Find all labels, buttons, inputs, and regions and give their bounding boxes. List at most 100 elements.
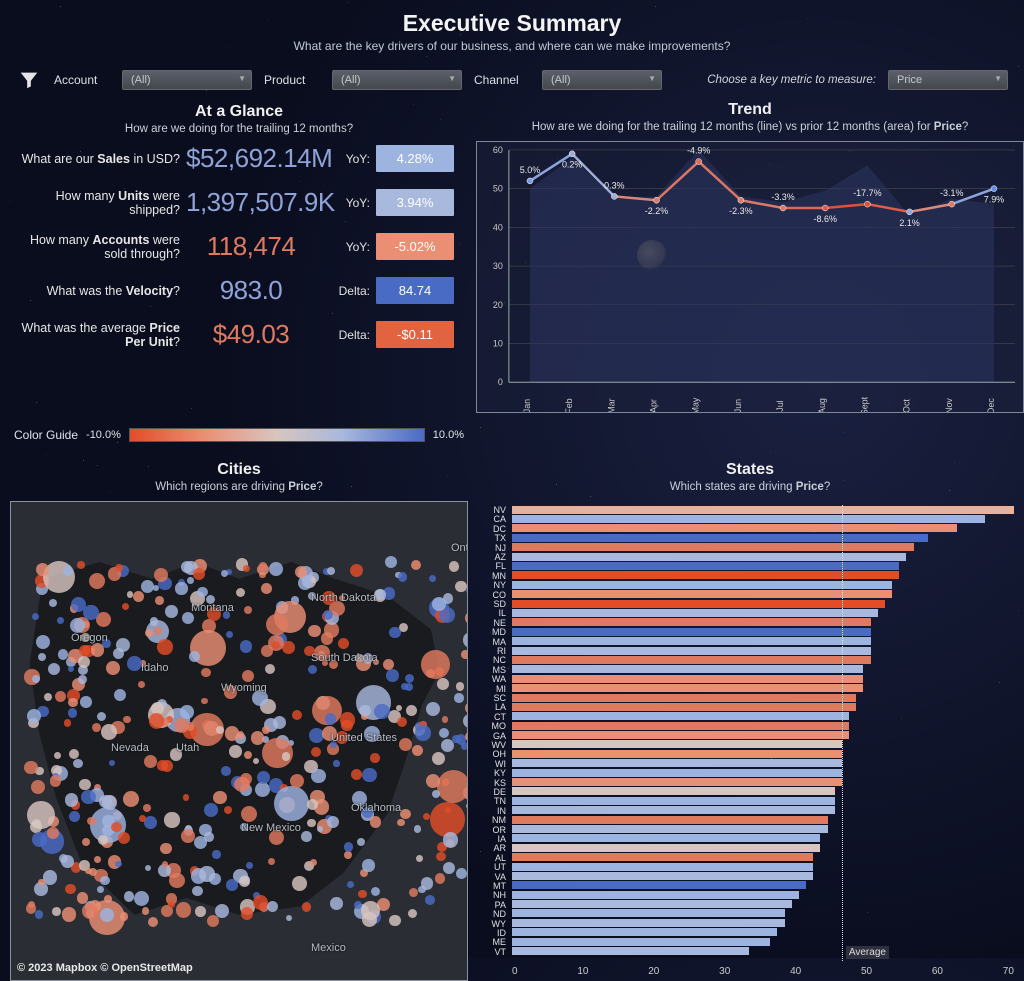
city-dot[interactable] — [183, 794, 189, 800]
city-dot[interactable] — [443, 832, 459, 848]
city-dot[interactable] — [141, 580, 154, 593]
city-dot[interactable] — [69, 749, 79, 759]
city-dot[interactable] — [432, 597, 446, 611]
city-dot[interactable] — [437, 770, 468, 803]
city-dot[interactable] — [400, 809, 410, 819]
state-bar-row[interactable] — [512, 561, 1014, 570]
city-dot[interactable] — [162, 861, 168, 867]
city-dot[interactable] — [106, 661, 120, 675]
city-dot[interactable] — [44, 693, 53, 702]
state-bar-row[interactable] — [512, 505, 1014, 514]
state-bar-row[interactable] — [512, 580, 1014, 589]
city-dot[interactable] — [406, 705, 417, 716]
state-bar-row[interactable] — [512, 590, 1014, 599]
account-select[interactable]: (All) — [122, 70, 252, 90]
states-chart[interactable]: NVCADCTXNJAZFLMNNYCOSDILNEMDMARINCMSWAMI… — [476, 501, 1024, 981]
state-bar-row[interactable] — [512, 787, 1014, 796]
city-dot[interactable] — [229, 745, 242, 758]
state-bar-row[interactable] — [512, 815, 1014, 824]
state-bar-row[interactable] — [512, 937, 1014, 946]
city-dot[interactable] — [463, 632, 468, 648]
city-dot[interactable] — [375, 589, 386, 600]
city-dot[interactable] — [221, 766, 231, 776]
city-dot[interactable] — [269, 562, 283, 576]
city-dot[interactable] — [325, 713, 337, 725]
city-dot[interactable] — [362, 768, 377, 783]
city-dot[interactable] — [160, 843, 172, 855]
city-dot[interactable] — [161, 760, 173, 772]
state-bar-row[interactable] — [512, 665, 1014, 674]
city-dot[interactable] — [350, 564, 363, 577]
city-dot[interactable] — [221, 570, 228, 577]
city-dot[interactable] — [240, 640, 252, 652]
city-dot[interactable] — [168, 901, 175, 908]
city-dot[interactable] — [176, 902, 191, 917]
city-dot[interactable] — [439, 728, 449, 738]
city-dot[interactable] — [123, 716, 131, 724]
city-dot[interactable] — [397, 819, 405, 827]
city-dot[interactable] — [92, 723, 101, 732]
city-dot[interactable] — [333, 760, 339, 766]
city-dot[interactable] — [97, 712, 106, 721]
city-dot[interactable] — [50, 775, 62, 787]
state-bar-row[interactable] — [512, 721, 1014, 730]
city-dot[interactable] — [115, 564, 123, 572]
city-dot[interactable] — [180, 705, 193, 718]
city-dot[interactable] — [79, 779, 91, 791]
city-dot[interactable] — [240, 773, 252, 785]
state-bar-row[interactable] — [512, 693, 1014, 702]
city-dot[interactable] — [148, 917, 158, 927]
city-dot[interactable] — [389, 627, 400, 638]
city-dot[interactable] — [164, 812, 179, 827]
city-dot[interactable] — [415, 725, 431, 741]
state-bar-row[interactable] — [512, 618, 1014, 627]
city-dot[interactable] — [224, 806, 232, 814]
city-dot[interactable] — [145, 865, 151, 871]
city-dot[interactable] — [396, 705, 402, 711]
city-dot[interactable] — [225, 726, 239, 740]
state-bar-row[interactable] — [512, 890, 1014, 899]
city-dot[interactable] — [454, 693, 463, 702]
city-dot[interactable] — [412, 745, 423, 756]
city-dot[interactable] — [274, 786, 308, 820]
city-dot[interactable] — [385, 556, 397, 568]
city-dot[interactable] — [226, 879, 238, 891]
city-dot[interactable] — [307, 819, 316, 828]
state-bar-row[interactable] — [512, 646, 1014, 655]
city-dot[interactable] — [421, 650, 450, 679]
city-dot[interactable] — [32, 832, 47, 847]
city-dot[interactable] — [68, 666, 74, 672]
city-dot[interactable] — [243, 565, 250, 572]
state-bar-row[interactable] — [512, 683, 1014, 692]
city-dot[interactable] — [80, 696, 92, 708]
state-bar-row[interactable] — [512, 533, 1014, 542]
city-dot[interactable] — [311, 769, 326, 784]
city-dot[interactable] — [242, 670, 254, 682]
city-dot[interactable] — [411, 560, 422, 571]
state-bar-row[interactable] — [512, 636, 1014, 645]
city-dot[interactable] — [347, 881, 354, 888]
city-dot[interactable] — [154, 627, 162, 635]
city-dot[interactable] — [78, 675, 87, 684]
city-dot[interactable] — [239, 876, 250, 887]
city-dot[interactable] — [292, 876, 307, 891]
city-dot[interactable] — [286, 915, 292, 921]
city-dot[interactable] — [308, 625, 320, 637]
city-dot[interactable] — [426, 702, 440, 716]
city-dot[interactable] — [226, 631, 233, 638]
city-dot[interactable] — [101, 724, 117, 740]
city-dot[interactable] — [27, 801, 55, 829]
city-dot[interactable] — [338, 638, 349, 649]
city-dot[interactable] — [165, 605, 178, 618]
city-dot[interactable] — [253, 758, 259, 764]
city-dot[interactable] — [174, 718, 189, 733]
city-dot[interactable] — [437, 678, 449, 690]
city-dot[interactable] — [435, 873, 446, 884]
city-dot[interactable] — [461, 742, 468, 749]
city-dot[interactable] — [68, 698, 77, 707]
city-dot[interactable] — [259, 562, 267, 570]
city-dot[interactable] — [85, 868, 91, 874]
city-dot[interactable] — [409, 888, 418, 897]
city-dot[interactable] — [201, 668, 210, 677]
city-dot[interactable] — [213, 791, 227, 805]
